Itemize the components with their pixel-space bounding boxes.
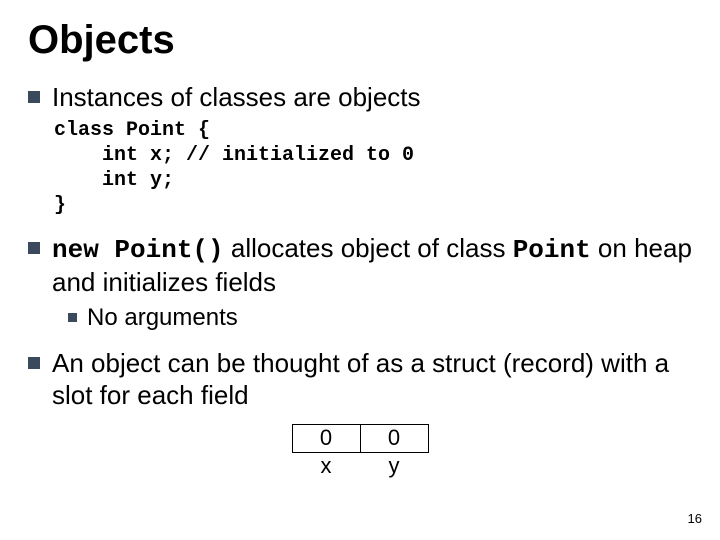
bullet-square-icon bbox=[28, 357, 40, 369]
code-inline: Point bbox=[513, 235, 591, 265]
bullet-2: new Point() allocates object of class Po… bbox=[28, 232, 692, 299]
bullet-1: Instances of classes are objects bbox=[28, 81, 692, 114]
slide-title: Objects bbox=[28, 18, 692, 63]
bullet-square-icon bbox=[28, 242, 40, 254]
bullet-3: An object can be thought of as a struct … bbox=[28, 347, 692, 412]
struct-table: 0 0 x y bbox=[292, 424, 429, 479]
page-number: 16 bbox=[688, 511, 702, 526]
bullet-2-text: new Point() allocates object of class Po… bbox=[52, 232, 692, 299]
slot-label-y: y bbox=[360, 452, 428, 479]
bullet-square-icon bbox=[68, 313, 77, 322]
slide: Objects Instances of classes are objects… bbox=[0, 0, 720, 540]
slot-value-x: 0 bbox=[292, 424, 360, 452]
bullet-3-text: An object can be thought of as a struct … bbox=[52, 347, 692, 412]
slot-label-x: x bbox=[292, 452, 360, 479]
code-inline: new Point() bbox=[52, 235, 224, 265]
object-struct-diagram: 0 0 x y bbox=[28, 424, 692, 479]
bullet-2-mid: allocates object of class bbox=[224, 233, 513, 263]
bullet-2-sub: No arguments bbox=[68, 303, 692, 333]
bullet-2-sub-text: No arguments bbox=[87, 303, 238, 333]
code-block: class Point { int x; // initialized to 0… bbox=[54, 118, 692, 218]
slot-value-y: 0 bbox=[360, 424, 428, 452]
bullet-1-text: Instances of classes are objects bbox=[52, 81, 421, 114]
bullet-square-icon bbox=[28, 91, 40, 103]
